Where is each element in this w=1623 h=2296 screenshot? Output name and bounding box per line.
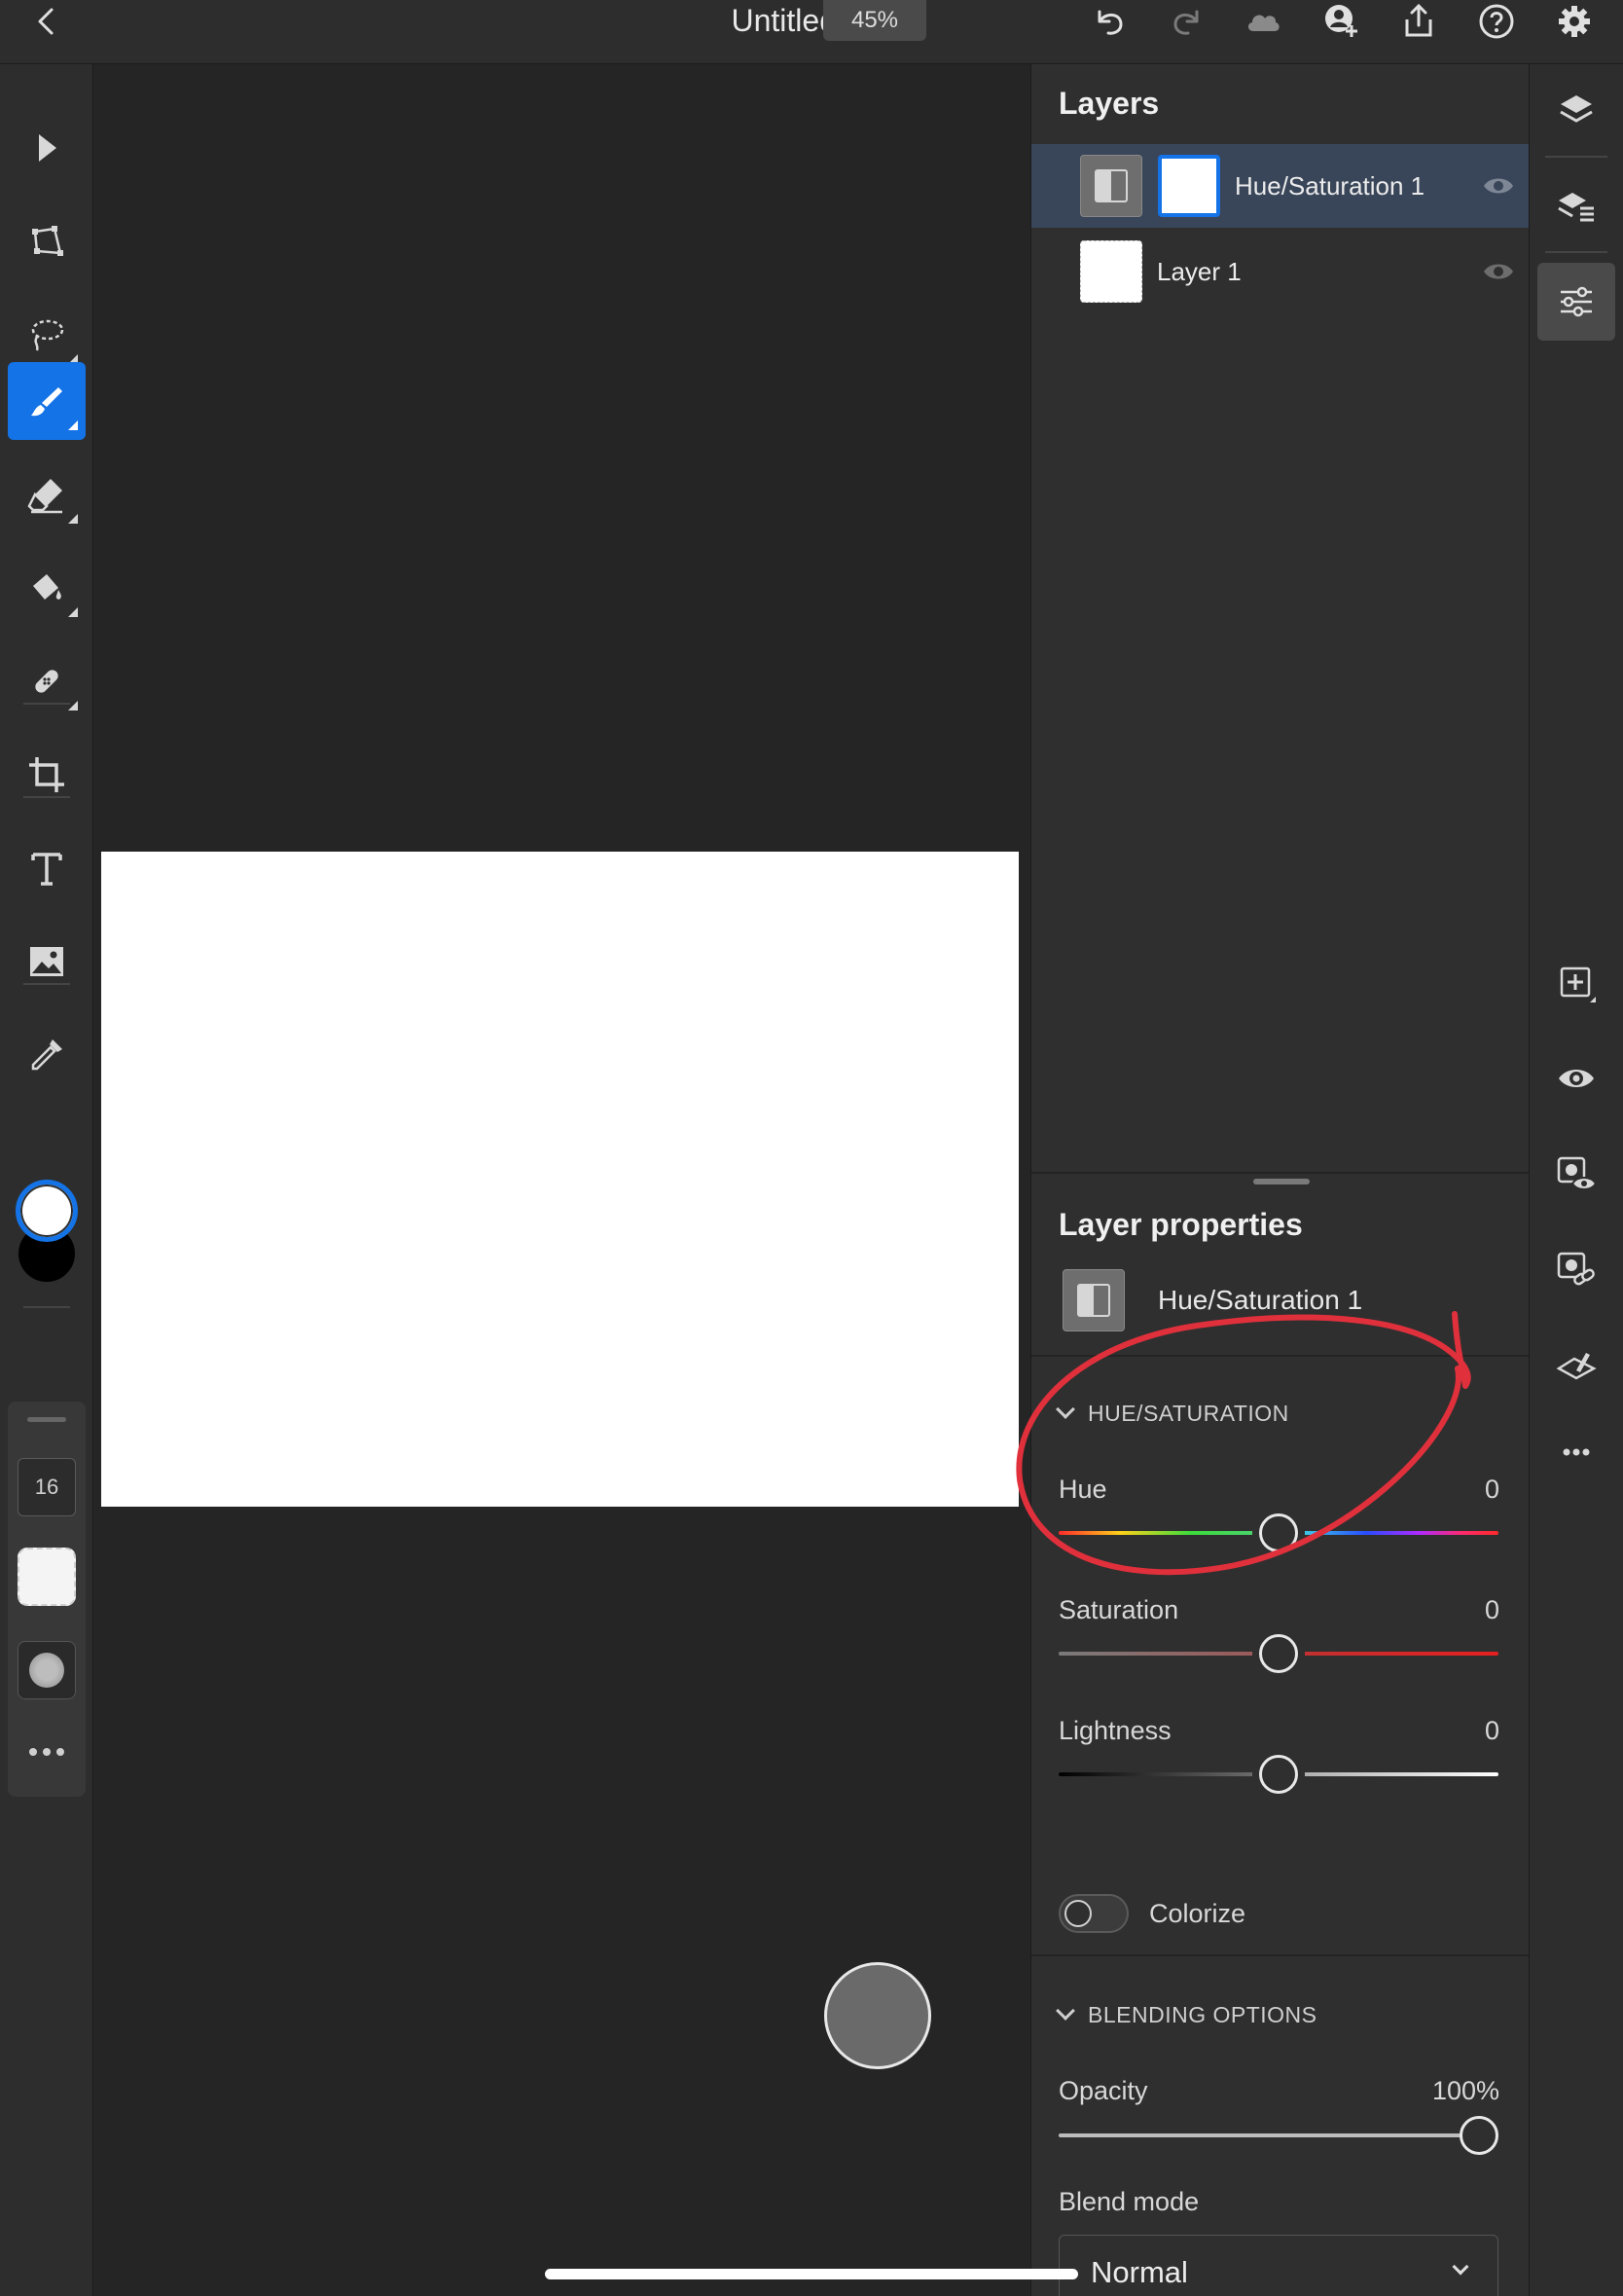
- section-label: HUE/SATURATION: [1088, 1401, 1289, 1426]
- brush-icon[interactable]: [8, 362, 86, 440]
- toolbar-divider: [23, 983, 70, 985]
- layer-name: Hue/Saturation 1: [1235, 171, 1425, 200]
- hue-label: Hue: [1059, 1475, 1107, 1504]
- toggle-thumb: [1064, 1900, 1092, 1927]
- layers-panel: Layers Hue/Saturation 1 Layer 1 Layer pr…: [1030, 64, 1529, 2296]
- lightness-value[interactable]: 0: [1485, 1711, 1499, 1750]
- brush-opacity-control[interactable]: [18, 1548, 76, 1606]
- healing-icon[interactable]: [8, 642, 86, 720]
- colorize-label: Colorize: [1149, 1899, 1246, 1928]
- visibility-eye-icon[interactable]: [1482, 257, 1515, 286]
- more-icon[interactable]: [1537, 1413, 1615, 1491]
- mask-visibility-icon[interactable]: [1537, 1135, 1615, 1213]
- canvas-area[interactable]: [94, 64, 1030, 2296]
- place-image-icon[interactable]: [8, 923, 86, 1001]
- lightness-label: Lightness: [1059, 1716, 1172, 1745]
- eraser-icon[interactable]: [8, 456, 86, 533]
- link-icon[interactable]: [1537, 1230, 1615, 1308]
- zoom-level[interactable]: 45%: [823, 0, 926, 41]
- opacity-slider-track[interactable]: [1059, 2133, 1498, 2137]
- layers-icon[interactable]: [1537, 72, 1615, 150]
- opacity-slider-knob[interactable]: [1460, 2116, 1498, 2155]
- chevron-down-icon: [1056, 1400, 1075, 1419]
- eyedropper-icon[interactable]: [8, 1016, 86, 1094]
- blending-options-section-header[interactable]: BLENDING OPTIONS: [1056, 1995, 1317, 2034]
- add-layer-icon[interactable]: [1537, 944, 1615, 1022]
- layer-stack-icon[interactable]: [1537, 167, 1615, 245]
- clear-icon[interactable]: [1537, 1326, 1615, 1403]
- undo-icon[interactable]: [1082, 0, 1136, 43]
- opacity-value[interactable]: 100%: [1432, 2071, 1499, 2110]
- cloud-icon[interactable]: [1236, 0, 1290, 43]
- layer-row-layer-1[interactable]: Layer 1: [1031, 230, 1529, 313]
- tool-bar: 16: [0, 64, 93, 2296]
- layer-thumbnail: [1080, 240, 1142, 303]
- section-label: BLENDING OPTIONS: [1088, 2002, 1317, 2027]
- foreground-color-swatch[interactable]: [16, 1180, 78, 1242]
- layer-mask-thumbnail[interactable]: [1158, 155, 1220, 217]
- hue-value[interactable]: 0: [1485, 1470, 1499, 1509]
- help-icon[interactable]: [1469, 0, 1524, 43]
- top-bar: Untitled 45%: [0, 0, 1623, 64]
- hue-saturation-section-header[interactable]: HUE/SATURATION: [1056, 1394, 1289, 1433]
- select-icon[interactable]: [8, 109, 86, 187]
- more-brush-options-icon[interactable]: [18, 1732, 76, 1771]
- brush-size-control[interactable]: 16: [18, 1458, 76, 1516]
- panel-drag-handle[interactable]: [27, 1417, 66, 1422]
- adjustment-layer-thumbnail: [1063, 1269, 1125, 1331]
- properties-layer-name: Hue/Saturation 1: [1158, 1285, 1363, 1315]
- saturation-value[interactable]: 0: [1485, 1590, 1499, 1629]
- hue-slider-knob[interactable]: [1259, 1513, 1298, 1552]
- redo-icon[interactable]: [1160, 0, 1214, 43]
- opacity-label: Opacity: [1059, 2076, 1148, 2105]
- visibility-icon[interactable]: [1537, 1039, 1615, 1117]
- chevron-down-icon: [1452, 2258, 1469, 2276]
- blend-mode-label: Blend mode: [1059, 2187, 1200, 2216]
- settings-icon[interactable]: [1547, 0, 1602, 43]
- adjustment-layer-thumbnail: [1080, 155, 1142, 217]
- transform-icon[interactable]: [8, 202, 86, 280]
- colorize-toggle[interactable]: [1059, 1894, 1129, 1933]
- visibility-eye-icon[interactable]: [1482, 171, 1515, 200]
- rail-divider: [1545, 156, 1607, 158]
- toolbar-divider: [23, 1306, 70, 1308]
- chevron-down-icon: [1056, 2001, 1075, 2021]
- share-icon[interactable]: [1391, 0, 1446, 43]
- type-icon[interactable]: [8, 829, 86, 907]
- adjustments-icon[interactable]: [1537, 263, 1615, 341]
- rail-divider: [1545, 251, 1607, 253]
- back-icon[interactable]: [19, 0, 74, 43]
- brush-settings-panel: 16: [8, 1402, 86, 1797]
- invite-icon[interactable]: [1314, 0, 1368, 43]
- blend-mode-select[interactable]: Normal: [1059, 2235, 1498, 2296]
- panel-divider: [1031, 1954, 1529, 1956]
- right-rail: [1529, 64, 1623, 2296]
- crop-icon[interactable]: [8, 736, 86, 814]
- properties-title: Layer properties: [1059, 1207, 1303, 1242]
- properties-drag-handle[interactable]: [1253, 1179, 1310, 1184]
- hardness-preview: [29, 1653, 64, 1688]
- home-indicator: [545, 2269, 1078, 2279]
- lightness-slider-knob[interactable]: [1259, 1755, 1298, 1794]
- brush-hardness-control[interactable]: [18, 1641, 76, 1699]
- touch-shortcut-button[interactable]: [824, 1962, 931, 2069]
- blend-mode-value: Normal: [1091, 2255, 1188, 2289]
- saturation-slider-knob[interactable]: [1259, 1634, 1298, 1673]
- layer-name: Layer 1: [1157, 257, 1242, 286]
- document-canvas[interactable]: [101, 852, 1019, 1507]
- toolbar-divider: [23, 703, 70, 705]
- paint-bucket-icon[interactable]: [8, 549, 86, 627]
- saturation-label: Saturation: [1059, 1595, 1179, 1624]
- toolbar-divider: [23, 796, 70, 798]
- document-title[interactable]: Untitled: [642, 0, 838, 41]
- panel-divider: [1031, 1355, 1529, 1357]
- panel-divider: [1031, 1172, 1529, 1174]
- layer-row-hue-saturation[interactable]: Hue/Saturation 1: [1031, 144, 1529, 228]
- layers-title: Layers: [1059, 86, 1160, 121]
